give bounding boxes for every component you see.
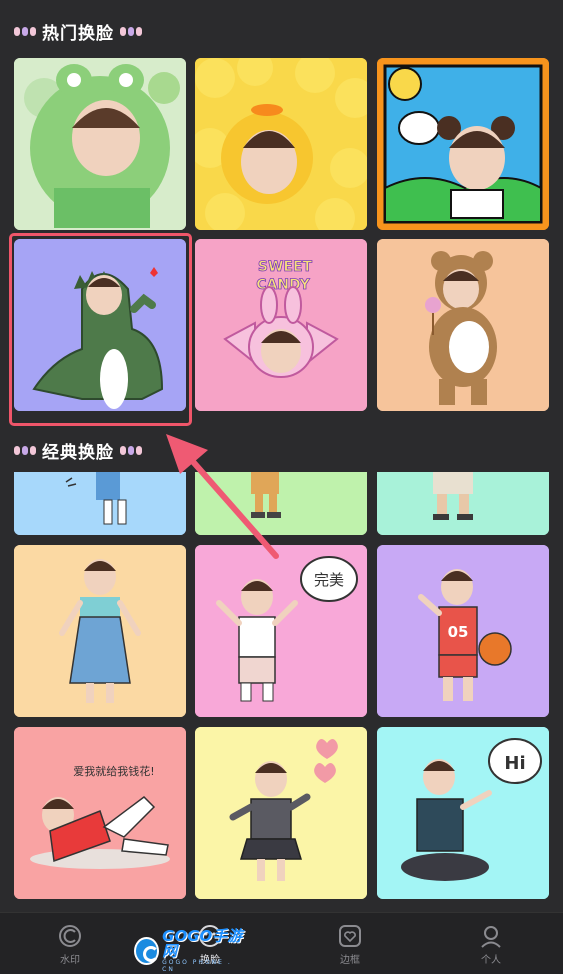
template-school-uniform[interactable]	[195, 727, 367, 899]
perfect-pose-illustration: 完美	[195, 545, 367, 717]
classic-section-label: 经典换脸	[42, 442, 114, 463]
tab-profile[interactable]: 个人	[451, 923, 531, 966]
bunny-candy-illustration: SWEET CANDY	[195, 239, 367, 411]
site-watermark-logo-icon	[134, 937, 160, 965]
frog-hood-illustration	[14, 58, 186, 230]
lying-caption: 爱我就给我钱花!	[73, 764, 154, 778]
lying-flowers-illustration: 爱我就给我钱花!	[14, 727, 186, 899]
template-dinosaur[interactable]	[14, 239, 186, 411]
site-watermark-subtext: GOGO PHONE . CN	[162, 959, 232, 973]
tab-frame[interactable]: 边框	[310, 923, 390, 966]
tab-profile-label: 个人	[481, 955, 501, 966]
template-basketball[interactable]: 05	[377, 545, 549, 717]
hot-section-title: 热门换脸	[14, 18, 142, 44]
duck-hood-illustration	[195, 58, 367, 230]
tab-watermark[interactable]: 水印	[30, 923, 110, 966]
title-decoration-right	[120, 26, 142, 36]
frame-icon	[339, 925, 361, 947]
classic-section-title: 经典换脸	[14, 437, 142, 463]
overalls-girl-illustration	[14, 545, 186, 717]
watermark-icon	[59, 925, 81, 947]
pointer-arrow	[166, 434, 279, 559]
site-watermark-text: GOGO手游网	[162, 927, 243, 960]
title-decoration-left	[14, 445, 36, 455]
title-decoration-left	[14, 26, 36, 36]
template-bear-costume[interactable]	[377, 239, 549, 411]
template-mint-partial[interactable]	[377, 472, 549, 535]
template-lying-flowers[interactable]: 爱我就给我钱花!	[14, 727, 186, 899]
template-perfect-pose[interactable]: 完美	[195, 545, 367, 717]
hi-text: Hi	[504, 753, 525, 774]
tab-watermark-label: 水印	[60, 955, 80, 966]
template-bear-ears-sun[interactable]	[377, 58, 549, 230]
site-watermark: GOGO手游网 GOGO PHONE . CN	[134, 929, 246, 973]
tab-frame-label: 边框	[340, 955, 360, 966]
candy-text-line1: SWEET	[258, 259, 313, 275]
jersey-number: 05	[448, 623, 469, 641]
profile-icon	[481, 926, 501, 948]
hot-section-label: 热门换脸	[42, 23, 114, 44]
template-overalls-girl[interactable]	[14, 545, 186, 717]
dinosaur-illustration	[14, 239, 186, 411]
bear-costume-illustration	[377, 239, 549, 411]
bottom-navigation: 水印 换脸 边框 个人	[0, 912, 563, 974]
template-duck-hood[interactable]	[195, 58, 367, 230]
template-bunny-candy[interactable]: SWEET CANDY	[195, 239, 367, 411]
basketball-illustration: 05	[377, 545, 549, 717]
title-decoration-right	[120, 445, 142, 455]
bear-ears-sun-illustration	[377, 58, 549, 230]
school-uniform-illustration	[195, 727, 367, 899]
template-hi-sitting[interactable]: Hi	[377, 727, 549, 899]
perfect-text: 完美	[314, 571, 344, 589]
hi-sitting-illustration: Hi	[377, 727, 549, 899]
template-frog-hood[interactable]	[14, 58, 186, 230]
mint-partial-illustration	[377, 472, 549, 535]
